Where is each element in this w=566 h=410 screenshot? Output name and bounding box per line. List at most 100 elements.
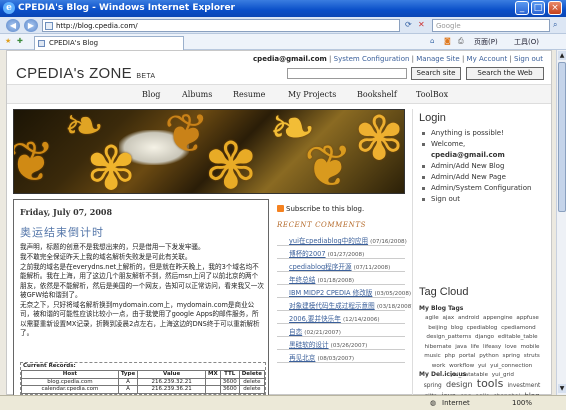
tag-link[interactable]: yui <box>478 363 486 369</box>
dns-delete-link[interactable]: delete <box>238 385 266 394</box>
tag-link[interactable]: python <box>479 353 499 359</box>
link-system-configuration[interactable]: System Configuration <box>334 55 410 63</box>
tag-link[interactable]: yui_connection <box>490 363 532 369</box>
recent-comment-link[interactable]: 2006,要并快乐年 <box>289 315 341 323</box>
nav-bookshelf[interactable]: Bookshelf <box>357 90 397 99</box>
login-item-system-config[interactable]: Admin/System Configuration <box>421 183 549 194</box>
nav-toolbox[interactable]: ToolBox <box>416 90 448 99</box>
subscribe-link[interactable]: Subscribe to this blog. <box>277 205 364 213</box>
stop-icon[interactable]: ✕ <box>418 20 425 29</box>
url-input[interactable]: http://blog.cpedia.com/ <box>42 19 400 32</box>
tag-link[interactable]: android <box>458 315 479 321</box>
blog-post: Friday, July 07, 2008 奥运结束倒计时 我声明，标题的创意不… <box>13 199 269 395</box>
link-sign-out[interactable]: Sign out <box>514 55 543 63</box>
post-title[interactable]: 奥运结束倒计时 <box>20 224 104 240</box>
tag-link[interactable]: php <box>445 353 456 359</box>
site-logo[interactable]: CPEDIA's ZONE BETA <box>16 65 155 82</box>
nav-resume[interactable]: Resume <box>233 90 265 99</box>
recent-comment-link[interactable]: 再见北京 <box>289 354 315 362</box>
recent-comment-item: 博杯的2007 (01/27/2008) <box>289 248 364 258</box>
recent-comment-link[interactable]: 自恋 <box>289 328 302 336</box>
recent-comment-item: IBM MIDP2 CPEDIA 修改版 (03/05/2008) <box>289 287 411 297</box>
tag-link[interactable]: struts <box>524 353 540 359</box>
window-title: CPEDIA's Blog - Windows Internet Explore… <box>18 3 235 13</box>
tag-link[interactable]: love <box>505 344 517 350</box>
minimize-button[interactable]: _ <box>515 1 529 15</box>
tag-link[interactable]: mobile <box>521 344 540 350</box>
tag-link[interactable]: ajax <box>442 315 454 321</box>
recent-comment-link[interactable]: 对象建模代码生成过程示意图 <box>289 302 375 310</box>
add-favorite-icon[interactable]: ✚ <box>17 37 23 45</box>
nav-blog[interactable]: Blog <box>142 90 160 99</box>
maximize-button[interactable]: □ <box>531 1 545 15</box>
print-icon[interactable]: ⎙ <box>458 37 464 46</box>
recent-comment-link[interactable]: 年终总结 <box>289 276 315 284</box>
login-item-add-page[interactable]: Admin/Add New Page <box>421 172 549 183</box>
comment-divider <box>277 310 405 311</box>
tag-link[interactable]: life <box>471 344 480 350</box>
recent-comment-link[interactable]: 黑硅软的设计 <box>289 341 329 349</box>
tag-link[interactable]: agile <box>425 315 439 321</box>
login-item-add-blog[interactable]: Admin/Add New Blog <box>421 161 549 172</box>
recent-comment-link[interactable]: yui在cpediablog中的应用 <box>289 237 368 245</box>
tag-link[interactable]: beijing <box>428 325 447 331</box>
tag-link[interactable]: music <box>424 353 441 359</box>
feeds-icon[interactable]: ◙ <box>444 37 451 45</box>
search-web-button[interactable]: Search the Web <box>466 67 544 80</box>
tag-link[interactable]: blog <box>451 325 463 331</box>
tag-link[interactable]: work <box>432 363 446 369</box>
page-menu[interactable]: 页面(P) <box>474 37 498 47</box>
tag-link[interactable]: java <box>455 344 467 350</box>
tab-cpedia-blog[interactable]: CPEDIA's Blog <box>34 36 184 50</box>
login-item-sign-out[interactable]: Sign out <box>421 194 549 205</box>
tag-link[interactable]: investment <box>508 383 541 389</box>
search-icon[interactable]: ⌕ <box>553 20 557 30</box>
tag-link[interactable]: design_patterns <box>426 334 471 340</box>
nav-my-projects[interactable]: My Projects <box>288 90 336 99</box>
tag-link[interactable]: lifeasy <box>483 344 501 350</box>
page-scrollbar[interactable]: ▲ ▼ <box>556 50 566 395</box>
home-icon[interactable]: ⌂ <box>430 37 434 45</box>
tag-link[interactable]: workflow <box>449 363 474 369</box>
tools-menu[interactable]: 工具(O) <box>514 37 539 47</box>
tab-bar: ★ ✚ CPEDIA's Blog ⌂ ◙ ⎙ 页面(P) 工具(O) <box>0 34 566 50</box>
tag-link[interactable]: spring <box>424 383 442 389</box>
zoom-level[interactable]: 100% <box>512 399 532 407</box>
tag-link[interactable]: tools <box>477 377 504 390</box>
scroll-up-arrow[interactable]: ▲ <box>558 51 566 60</box>
tag-link[interactable]: django <box>475 334 494 340</box>
post-paragraph: 我不敢完全保证昨天上我的域名解析失败发是可此有关联。 <box>20 252 192 261</box>
tag-link[interactable]: appfuse <box>516 315 538 321</box>
tag-link[interactable]: hibernate <box>425 344 452 350</box>
forward-button[interactable]: ▶ <box>24 19 38 32</box>
tag-link[interactable]: portal <box>459 353 475 359</box>
search-site-button[interactable]: Search site <box>411 67 461 80</box>
recent-comment-link[interactable]: cpediablog程序开源 <box>289 263 352 271</box>
close-button[interactable]: × <box>548 1 562 15</box>
favorites-star-icon[interactable]: ★ <box>5 37 11 45</box>
tag-link[interactable]: spring <box>503 353 520 359</box>
link-my-account[interactable]: My Account <box>467 55 508 63</box>
tag-link[interactable]: cpediablog <box>467 325 498 331</box>
dns-header: Type <box>117 370 139 379</box>
tag-link[interactable]: appengine <box>483 315 513 321</box>
nav-albums[interactable]: Albums <box>182 90 212 99</box>
blog-tags-label: My Blog Tags <box>419 305 464 312</box>
tag-link[interactable]: editable_table <box>498 334 538 340</box>
dns-caption: Current Records: <box>23 363 76 369</box>
scrollbar-thumb[interactable] <box>558 62 566 212</box>
tag-link[interactable]: cpediamond <box>501 325 536 331</box>
dns-cell: 3600 <box>219 385 240 394</box>
tag-link[interactable]: design <box>446 380 473 389</box>
dns-delete-link[interactable]: delete <box>238 377 266 386</box>
search-input[interactable]: Google <box>432 19 550 32</box>
back-button[interactable]: ◀ <box>6 19 20 32</box>
scroll-down-arrow[interactable]: ▼ <box>558 384 566 393</box>
recent-comment-item: 年终总结 (01/18/2008) <box>289 274 354 284</box>
address-bar: ◀ ▶ http://blog.cpedia.com/ ⟳ ✕ Google ⌕ <box>0 17 566 34</box>
recent-comment-link[interactable]: IBM MIDP2 CPEDIA 修改版 <box>289 289 372 297</box>
link-manage-site[interactable]: Manage Site <box>416 55 459 63</box>
refresh-icon[interactable]: ⟳ <box>405 20 412 29</box>
site-search-input[interactable] <box>287 68 407 79</box>
recent-comment-link[interactable]: 博杯的2007 <box>289 250 326 258</box>
